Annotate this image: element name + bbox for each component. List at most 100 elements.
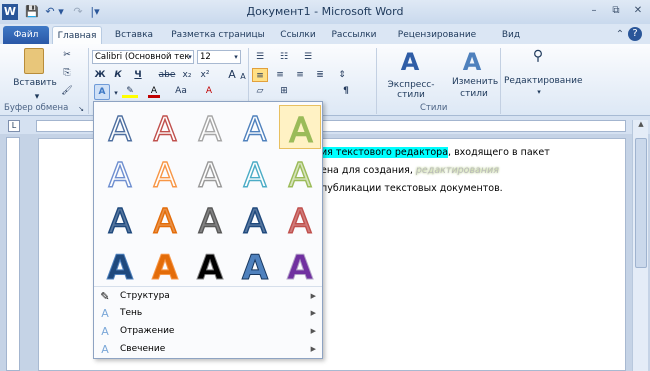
- quick-styles-button[interactable]: Экспресс-стили: [380, 80, 442, 100]
- copy-icon[interactable]: ⎘: [60, 66, 74, 80]
- text-effect-option-r4-c1[interactable]: A: [99, 243, 141, 289]
- text-effects-dropdown-icon[interactable]: ▾: [112, 86, 120, 100]
- group-separator: [376, 48, 377, 114]
- tab-insert[interactable]: Вставка: [106, 26, 162, 44]
- text-effect-option-r2-c4[interactable]: A: [234, 151, 276, 196]
- text-effect-option-r1-c4[interactable]: A: [234, 105, 276, 150]
- styled-a-glyph: A: [287, 248, 314, 287]
- bold-button[interactable]: Ж: [94, 68, 106, 82]
- submenu-arrow-icon: ▶: [310, 345, 316, 353]
- text-effect-option-r3-c1[interactable]: A: [99, 197, 141, 242]
- text-effect-option-r1-c3[interactable]: A: [189, 105, 231, 150]
- menu-item-outline[interactable]: ✎ Структура ▶: [94, 288, 322, 305]
- superscript-button[interactable]: x²: [198, 68, 212, 82]
- multilevel-list-icon[interactable]: ☰: [300, 50, 316, 64]
- text-effect-option-r2-c2[interactable]: A: [144, 151, 186, 196]
- tab-references[interactable]: Ссылки: [276, 26, 320, 44]
- text-effect-option-r3-c3[interactable]: A: [189, 197, 231, 242]
- font-color-button[interactable]: A: [148, 84, 160, 98]
- change-case-button[interactable]: Aa: [172, 84, 190, 98]
- grow-font-button[interactable]: A: [226, 68, 238, 82]
- document-line-3: публикации текстовых документов.: [321, 183, 503, 194]
- binoculars-icon: ⚲: [532, 48, 544, 64]
- text-effect-option-r2-c1[interactable]: A: [99, 151, 141, 196]
- text-effect-option-r1-c1[interactable]: A: [99, 105, 141, 150]
- vertical-ruler[interactable]: [6, 137, 20, 371]
- font-size-dropdown-icon[interactable]: ▾: [232, 50, 240, 64]
- scroll-up-icon[interactable]: ▲: [635, 120, 647, 132]
- italic-button[interactable]: К: [112, 68, 124, 82]
- clipboard-group-label: Буфер обмена: [4, 103, 69, 113]
- minimize-ribbon-icon[interactable]: ⌃: [610, 27, 630, 43]
- tab-file[interactable]: Файл: [3, 26, 49, 44]
- line-spacing-icon[interactable]: ⇕: [334, 68, 350, 82]
- glow-a-icon: A: [101, 343, 109, 356]
- shading-icon[interactable]: ▱: [252, 84, 268, 98]
- text-effect-option-r2-c5[interactable]: A: [279, 151, 321, 196]
- paste-button[interactable]: Вставить: [10, 78, 60, 88]
- document-line-2: ена для создания, редактирования: [321, 165, 499, 176]
- highlight-color-icon[interactable]: ✎: [122, 84, 138, 98]
- help-icon[interactable]: ?: [628, 27, 642, 41]
- text-effect-option-r1-c5[interactable]: A: [279, 105, 321, 152]
- tab-mailings[interactable]: Рассылки: [326, 26, 382, 44]
- styled-a-glyph: A: [107, 248, 134, 287]
- cut-icon[interactable]: ✂: [60, 48, 74, 62]
- tab-view[interactable]: Вид: [494, 26, 528, 44]
- clear-formatting-icon[interactable]: A: [204, 84, 214, 98]
- editing-dropdown-icon[interactable]: ▾: [534, 88, 544, 96]
- menu-item-glow[interactable]: A Свечение ▶: [94, 341, 322, 358]
- text-effects-button[interactable]: A: [94, 84, 110, 100]
- font-name-combo[interactable]: Calibri (Основной тек: [92, 50, 194, 64]
- show-formatting-icon[interactable]: ¶: [340, 84, 352, 98]
- menu-separator: [94, 286, 322, 287]
- tab-page-layout[interactable]: Разметка страницы: [166, 26, 270, 44]
- close-button[interactable]: ✕: [628, 3, 648, 19]
- paste-dropdown-icon[interactable]: ▾: [32, 92, 42, 102]
- format-painter-icon[interactable]: 🖌: [60, 84, 74, 98]
- shrink-font-button[interactable]: A: [238, 70, 248, 84]
- submenu-arrow-icon: ▶: [310, 327, 316, 335]
- justify-icon[interactable]: ≣: [312, 68, 328, 82]
- numbering-icon[interactable]: ☷: [276, 50, 292, 64]
- align-left-icon[interactable]: ≡: [252, 68, 268, 82]
- text-effect-option-r3-c4[interactable]: A: [234, 197, 276, 242]
- text-effect-option-r4-c4[interactable]: A: [234, 243, 276, 289]
- ribbon-tabs: Файл Главная Вставка Разметка страницы С…: [0, 24, 650, 44]
- pen-icon: ✎: [100, 290, 110, 303]
- submenu-arrow-icon: ▶: [310, 309, 316, 317]
- styled-a-glyph: A: [243, 110, 266, 149]
- text-effect-option-r3-c5[interactable]: A: [279, 197, 321, 242]
- font-name-dropdown-icon[interactable]: ▾: [186, 50, 194, 64]
- text-effect-option-r1-c2[interactable]: A: [144, 105, 186, 150]
- text-effect-option-r4-c2[interactable]: A: [144, 243, 186, 289]
- styled-a-glyph: A: [153, 110, 176, 149]
- subscript-button[interactable]: x₂: [180, 68, 194, 82]
- borders-icon[interactable]: ⊞: [276, 84, 292, 98]
- tab-review[interactable]: Рецензирование: [392, 26, 482, 44]
- styled-a-glyph: A: [198, 110, 221, 149]
- styled-a-glyph: A: [108, 202, 131, 241]
- editing-button[interactable]: Редактирование: [504, 76, 583, 86]
- quick-styles-icon: A: [400, 48, 420, 76]
- align-center-icon[interactable]: ≡: [272, 68, 288, 82]
- menu-item-reflection[interactable]: A Отражение ▶: [94, 323, 322, 340]
- bullets-icon[interactable]: ☰: [252, 50, 268, 64]
- text-effect-option-r2-c3[interactable]: A: [189, 151, 231, 196]
- text-effect-option-r3-c2[interactable]: A: [144, 197, 186, 242]
- vertical-scrollbar[interactable]: ▲: [632, 120, 648, 371]
- tab-home[interactable]: Главная: [52, 26, 102, 44]
- maximize-button[interactable]: ⧉: [606, 3, 626, 19]
- underline-button[interactable]: Ч: [132, 68, 144, 82]
- strikethrough-button[interactable]: abe: [158, 68, 176, 82]
- menu-item-shadow[interactable]: A Тень ▶: [94, 305, 322, 322]
- text-effect-option-r4-c5[interactable]: A: [279, 243, 321, 289]
- text-effect-option-r4-c3[interactable]: A: [189, 243, 231, 289]
- styled-a-glyph: A: [108, 156, 131, 195]
- align-right-icon[interactable]: ≡: [292, 68, 308, 82]
- minimize-button[interactable]: –: [584, 3, 604, 19]
- scrollbar-thumb[interactable]: [635, 138, 647, 268]
- clipboard-launcher-icon[interactable]: ↘: [76, 102, 86, 116]
- change-styles-button[interactable]: Изменить стили: [452, 76, 498, 100]
- tab-selector-icon[interactable]: L: [8, 120, 20, 132]
